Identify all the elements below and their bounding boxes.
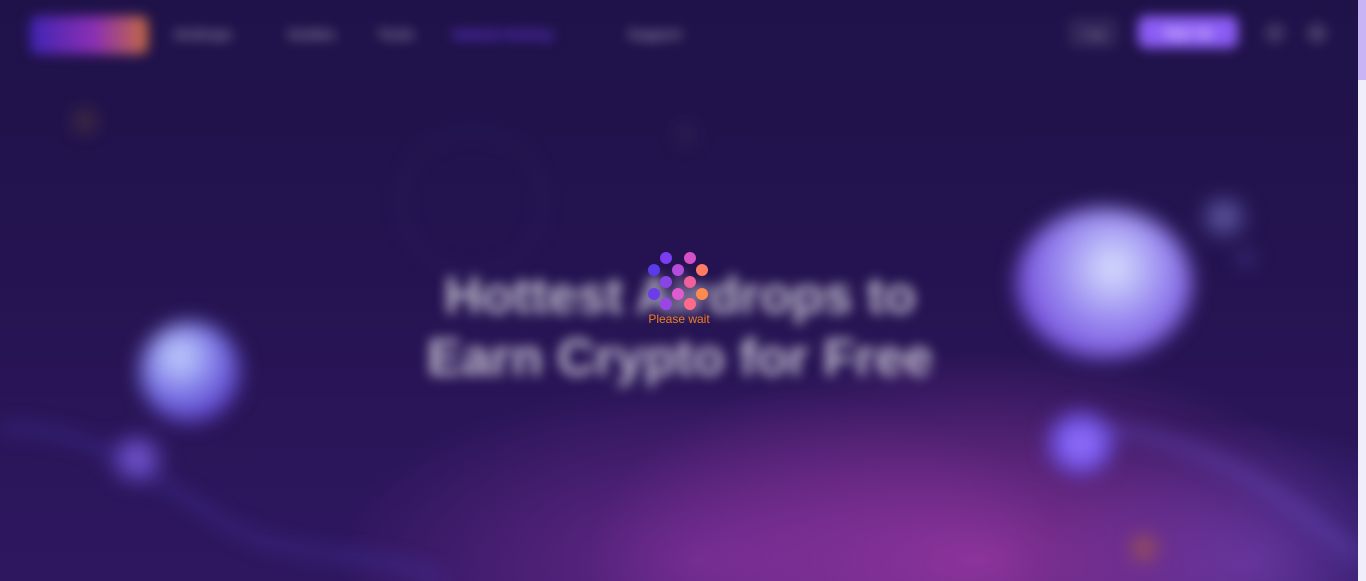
spinner-node (660, 276, 672, 288)
page: Airdrops Guides Tools Submit Airdrop Sup… (0, 0, 1358, 581)
page-scrollbar[interactable] (1358, 0, 1366, 581)
hero-title-line-2: Earn Crypto for Free (427, 329, 933, 387)
spinner-node (696, 288, 708, 300)
spinner-node (684, 276, 696, 288)
spinner-node (660, 252, 672, 264)
spinner-node (684, 298, 696, 310)
scrollbar-thumb[interactable] (1358, 0, 1366, 80)
loading-spinner-icon (644, 248, 714, 310)
spinner-node (648, 264, 660, 276)
spinner-node (648, 288, 660, 300)
spinner-node (684, 252, 696, 264)
spinner-node (660, 298, 672, 310)
spinner-node (696, 264, 708, 276)
loading-text: Please wait (648, 312, 710, 326)
spinner-node (672, 288, 684, 300)
spinner-node (672, 264, 684, 276)
